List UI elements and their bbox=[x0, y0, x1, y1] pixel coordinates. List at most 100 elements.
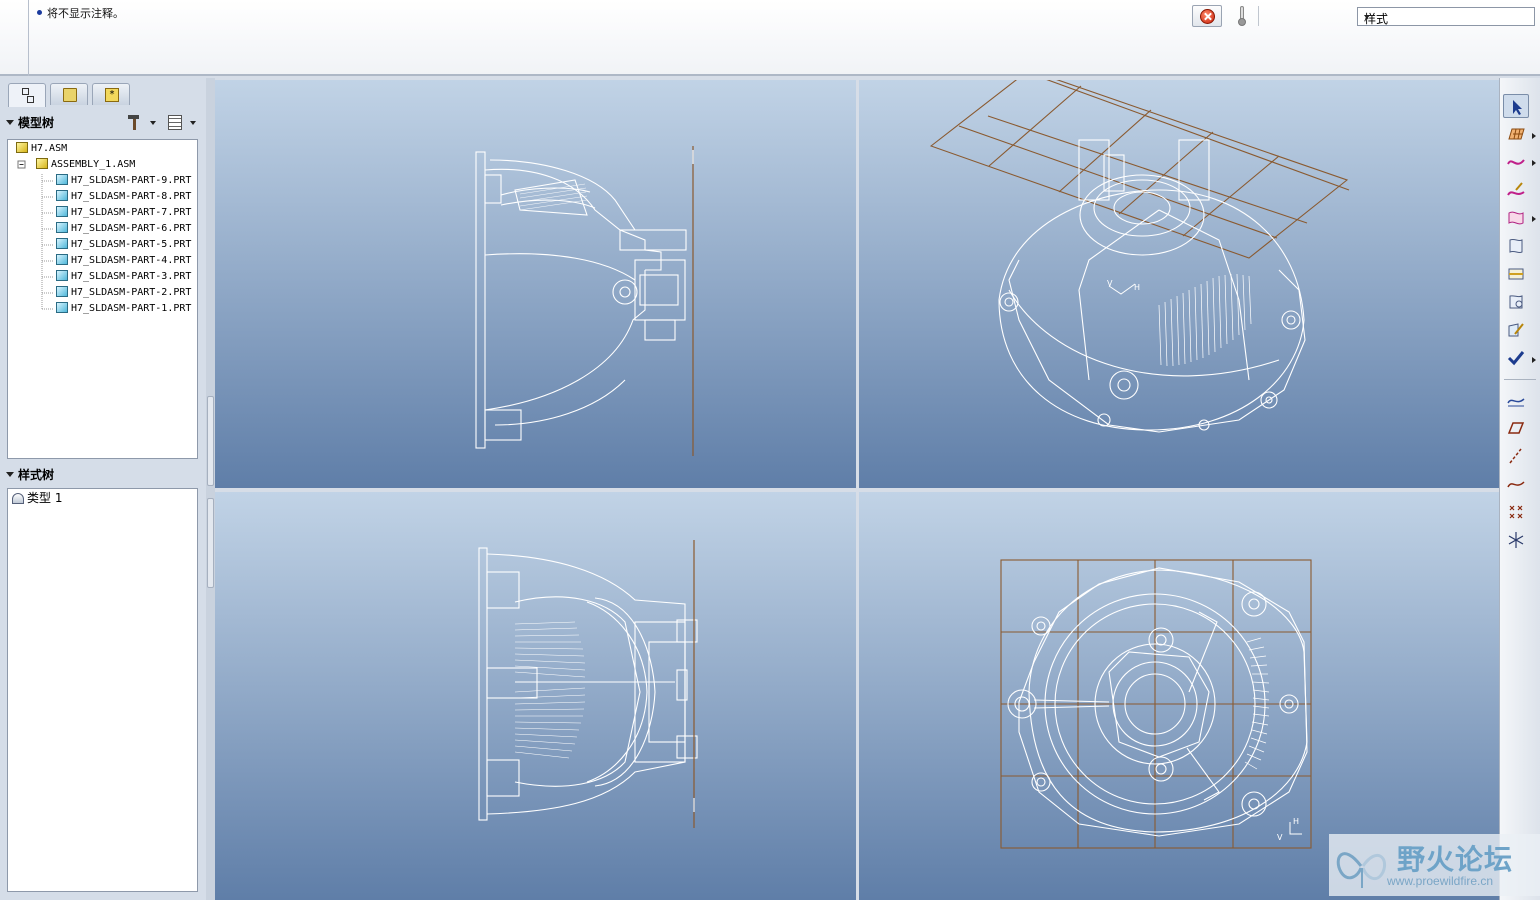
arrow-cursor-icon bbox=[1513, 100, 1522, 115]
draft-curve-icon bbox=[1507, 481, 1525, 488]
trace-sketch-icon bbox=[1508, 323, 1524, 337]
tree-item-h7-sldasm-part-1-prt[interactable]: H7_SLDASM-PART-1.PRT bbox=[56, 301, 191, 317]
regen-status-icon bbox=[1238, 6, 1246, 26]
tree-item-label: H7_SLDASM-PART-9.PRT bbox=[71, 175, 192, 186]
selection-filter-select[interactable]: 样式 bbox=[1357, 7, 1535, 26]
create-surface-button[interactable] bbox=[1503, 206, 1529, 230]
toolbar-separator bbox=[1504, 379, 1536, 380]
flyout-arrow-icon[interactable] bbox=[1532, 357, 1536, 363]
tree-item-h7-sldasm-part-9-prt[interactable]: H7_SLDASM-PART-9.PRT bbox=[56, 173, 191, 189]
wireframe-isometric-view: V H bbox=[929, 80, 1350, 433]
tree-item-h7-sldasm-part-3-prt[interactable]: H7_SLDASM-PART-3.PRT bbox=[56, 269, 191, 285]
tree-item-label: H7_SLDASM-PART-2.PRT bbox=[71, 287, 192, 298]
assembly-icon bbox=[16, 142, 28, 153]
trim-surface-icon bbox=[1508, 268, 1524, 280]
plane-grid-icon bbox=[1508, 128, 1525, 140]
tab-model-tree[interactable] bbox=[8, 83, 46, 107]
tree-item-label: H7_SLDASM-PART-5.PRT bbox=[71, 239, 192, 250]
chevron-down-icon bbox=[190, 121, 196, 125]
tree-item-h7-sldasm-part-8-prt[interactable]: H7_SLDASM-PART-8.PRT bbox=[56, 189, 191, 205]
tree-item-label: H7_SLDASM-PART-1.PRT bbox=[71, 303, 192, 314]
tree-settings-button[interactable] bbox=[126, 114, 156, 132]
assembly-icon bbox=[36, 158, 48, 169]
message-line: 将不显示注释。 bbox=[37, 5, 124, 21]
offset-icon bbox=[1509, 448, 1522, 464]
curvature-analysis-button[interactable] bbox=[1503, 388, 1529, 412]
tree-item-h7-sldasm-part-2-prt[interactable]: H7_SLDASM-PART-2.PRT bbox=[56, 285, 191, 301]
tree-item-label: H7_SLDASM-PART-4.PRT bbox=[71, 255, 192, 266]
axis-label-h: H bbox=[1134, 283, 1140, 292]
style-tools-toolbar bbox=[1499, 78, 1540, 900]
part-icon bbox=[56, 174, 68, 185]
sash-grip[interactable] bbox=[207, 396, 214, 486]
type-icon bbox=[12, 493, 24, 504]
flyout-arrow-icon[interactable] bbox=[1532, 133, 1536, 139]
style-app-window: 将不显示注释。 样式 * 模型树 H7.ASM ASSEMBLY_1.ASM H7_… bbox=[0, 0, 1540, 900]
tree-item-h7-asm[interactable]: H7.ASM bbox=[16, 141, 67, 157]
hammer-icon bbox=[128, 114, 142, 130]
curve-icon bbox=[1507, 159, 1525, 165]
viewport-side-view[interactable] bbox=[215, 80, 856, 488]
axis-label-v: V bbox=[1107, 279, 1113, 288]
tab-favorites[interactable]: * bbox=[92, 83, 130, 105]
message-area: 将不显示注释。 样式 bbox=[0, 0, 1540, 76]
style-tree[interactable]: 类型 1 bbox=[7, 488, 198, 892]
active-plane-button[interactable] bbox=[1503, 122, 1529, 146]
tree-item-label: H7_SLDASM-PART-3.PRT bbox=[71, 271, 192, 282]
done-button[interactable] bbox=[1503, 346, 1529, 370]
flyout-arrow-icon[interactable] bbox=[1532, 216, 1536, 222]
tree-item-label: H7_SLDASM-PART-8.PRT bbox=[71, 191, 192, 202]
tree-item-assembly-1-asm[interactable]: ASSEMBLY_1.ASM bbox=[36, 157, 135, 173]
check-icon bbox=[1507, 351, 1525, 366]
connect-surface-icon bbox=[1509, 238, 1523, 254]
folder-icon bbox=[63, 88, 77, 102]
section-icon bbox=[1507, 422, 1525, 434]
message-text: 将不显示注释。 bbox=[47, 7, 124, 20]
tab-folder-browser[interactable] bbox=[50, 83, 88, 105]
edit-curve-button[interactable] bbox=[1503, 178, 1529, 202]
style-tree-header[interactable]: 样式树 bbox=[6, 464, 202, 486]
sash-grip[interactable] bbox=[207, 498, 214, 588]
collapse-icon bbox=[6, 472, 14, 477]
trace-sketch-button[interactable] bbox=[1503, 318, 1529, 342]
surface-edit-icon bbox=[1509, 295, 1523, 309]
message-scroll-strip[interactable] bbox=[0, 0, 29, 76]
part-icon bbox=[56, 190, 68, 201]
reflection-analysis-button[interactable] bbox=[1503, 528, 1529, 552]
tree-item-type-1[interactable]: 类型 1 bbox=[12, 490, 62, 506]
draft-analysis-button[interactable] bbox=[1503, 472, 1529, 496]
tree-show-button[interactable] bbox=[166, 114, 196, 132]
select-tool-button[interactable] bbox=[1503, 94, 1529, 118]
style-tree-title: 样式树 bbox=[18, 468, 55, 482]
wireframe-front-view bbox=[478, 540, 698, 828]
tree-item-h7-sldasm-part-6-prt[interactable]: H7_SLDASM-PART-6.PRT bbox=[56, 221, 191, 237]
forum-watermark: 野火论坛 www.proewildfire.cn bbox=[1329, 834, 1540, 896]
flyout-arrow-icon[interactable] bbox=[1532, 160, 1536, 166]
tree-item-h7-sldasm-part-5-prt[interactable]: H7_SLDASM-PART-5.PRT bbox=[56, 237, 191, 253]
section-analysis-button[interactable] bbox=[1503, 416, 1529, 440]
tree-item-h7-sldasm-part-7-prt[interactable]: H7_SLDASM-PART-7.PRT bbox=[56, 205, 191, 221]
axis-label-v: V bbox=[1277, 833, 1283, 842]
viewport-isometric-view[interactable]: V H bbox=[859, 80, 1499, 488]
part-icon bbox=[56, 286, 68, 297]
viewport-front-view[interactable] bbox=[215, 492, 856, 900]
surface-icon bbox=[1508, 211, 1524, 225]
surface-edit-button[interactable] bbox=[1503, 290, 1529, 314]
offset-analysis-button[interactable] bbox=[1503, 444, 1529, 468]
create-curve-button[interactable] bbox=[1503, 150, 1529, 174]
tree-item-h7-sldasm-part-4-prt[interactable]: H7_SLDASM-PART-4.PRT bbox=[56, 253, 191, 269]
model-tree[interactable]: H7.ASM ASSEMBLY_1.ASM H7_SLDASM-PART-9.PRT… bbox=[7, 139, 198, 459]
stop-button[interactable] bbox=[1192, 5, 1222, 27]
watermark-title: 野火论坛 bbox=[1397, 843, 1514, 876]
bullet-icon bbox=[37, 10, 42, 15]
navigator-sash[interactable] bbox=[206, 78, 215, 900]
trim-surface-button[interactable] bbox=[1503, 262, 1529, 286]
edit-curve-icon bbox=[1507, 182, 1525, 196]
tree-item-label: H7_SLDASM-PART-6.PRT bbox=[71, 223, 192, 234]
slope-analysis-button[interactable] bbox=[1503, 500, 1529, 524]
navigator-panel: * 模型树 H7.ASM ASSEMBLY_1.ASM H7_SLDASM-PART… bbox=[0, 78, 206, 900]
tree-item-label: ASSEMBLY_1.ASM bbox=[51, 159, 136, 170]
curvature-icon bbox=[1507, 398, 1525, 407]
part-icon bbox=[56, 206, 68, 217]
connect-surface-button[interactable] bbox=[1503, 234, 1529, 258]
